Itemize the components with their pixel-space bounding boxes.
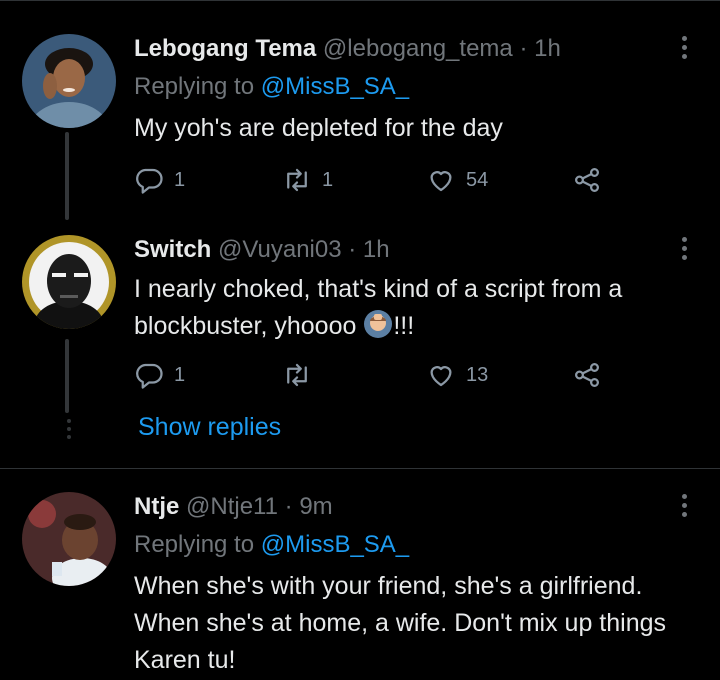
share-button[interactable] xyxy=(572,162,602,198)
share-icon xyxy=(574,362,600,388)
display-name[interactable]: Lebogang Tema xyxy=(134,35,316,62)
thread-continuation-dots xyxy=(66,419,72,439)
reply-button[interactable]: 1 xyxy=(134,357,185,393)
share-icon xyxy=(574,167,600,193)
display-name[interactable]: Ntje xyxy=(134,493,179,520)
reply-button[interactable]: 1 xyxy=(134,162,185,198)
tweet-header: Switch @Vuyani03 · 1h xyxy=(134,235,390,265)
tweet-header: Ntje @Ntje11 · 9m xyxy=(134,492,333,522)
mention-link[interactable]: @MissB_SA_ xyxy=(261,531,409,558)
reply-count: 1 xyxy=(174,363,186,386)
tweet-header: Lebogang Tema @lebogang_tema · 1h xyxy=(134,34,561,64)
retweet-count: 1 xyxy=(322,168,334,191)
timestamp[interactable]: 1h xyxy=(363,236,390,263)
avatar-ntje[interactable] xyxy=(22,492,116,586)
tweet-text-part2: !!! xyxy=(393,312,415,340)
replying-to: Replying to @MissB_SA_ xyxy=(134,72,409,102)
display-name[interactable]: Switch xyxy=(134,236,211,263)
share-button[interactable] xyxy=(572,357,602,393)
retweet-icon xyxy=(287,168,307,192)
reply-icon xyxy=(136,168,163,194)
more-options-icon[interactable] xyxy=(676,490,692,520)
show-replies-link[interactable]: Show replies xyxy=(138,413,281,442)
like-button[interactable]: 54 xyxy=(426,162,488,198)
retweet-button[interactable] xyxy=(282,357,322,393)
retweet-icon xyxy=(287,363,307,387)
thread-line xyxy=(65,339,69,413)
avatar-switch[interactable] xyxy=(22,235,116,329)
avatar-lebogang[interactable] xyxy=(22,34,116,128)
tweet-ntje[interactable]: Ntje @Ntje11 · 9m Replying to @MissB_SA_… xyxy=(0,470,720,680)
reply-icon xyxy=(136,363,163,389)
timestamp[interactable]: 1h xyxy=(534,35,561,62)
separator-dot: · xyxy=(284,493,293,520)
replying-prefix: Replying to xyxy=(134,531,255,558)
mention-link[interactable]: @MissB_SA_ xyxy=(261,73,409,100)
tweet-switch[interactable]: Switch @Vuyani03 · 1h I nearly choked, t… xyxy=(0,225,720,470)
more-options-icon[interactable] xyxy=(676,233,692,263)
person-facepalming-emoji xyxy=(364,310,393,338)
like-button[interactable]: 13 xyxy=(426,357,488,393)
thread-divider xyxy=(0,468,720,469)
like-count: 54 xyxy=(466,168,489,191)
timestamp[interactable]: 9m xyxy=(299,493,332,520)
tweet-actions: 1 1 54 xyxy=(134,162,614,198)
tweet-text: My yoh's are depleted for the day xyxy=(134,114,503,142)
user-handle[interactable]: @Vuyani03 xyxy=(218,236,342,263)
user-handle[interactable]: @lebogang_tema xyxy=(323,35,513,62)
like-count: 13 xyxy=(466,363,489,386)
tweet-lebogang[interactable]: Lebogang Tema @lebogang_tema · 1h Replyi… xyxy=(0,0,720,225)
replying-to: Replying to @MissB_SA_ xyxy=(134,530,409,560)
more-options-icon[interactable] xyxy=(676,32,692,62)
tweet-text: When she's with your friend, she's a gir… xyxy=(134,572,667,674)
heart-icon xyxy=(430,171,452,192)
separator-dot: · xyxy=(348,236,357,263)
reply-count: 1 xyxy=(174,168,186,191)
heart-icon xyxy=(430,366,452,387)
separator-dot: · xyxy=(519,35,528,62)
replying-prefix: Replying to xyxy=(134,73,255,100)
user-handle[interactable]: @Ntje11 xyxy=(186,493,278,520)
tweet-text: I nearly choked, that's kind of a script… xyxy=(134,271,704,345)
thread-line xyxy=(65,132,69,220)
retweet-button[interactable]: 1 xyxy=(282,162,333,198)
tweet-actions: 1 13 xyxy=(134,357,614,393)
